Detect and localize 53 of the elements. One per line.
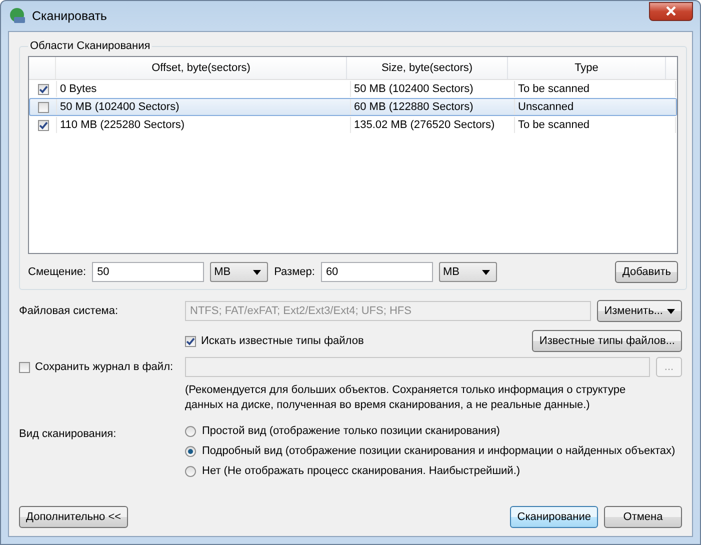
radio-button[interactable] [185, 466, 196, 476]
table-cell: 0 Bytes [57, 81, 351, 97]
size-field[interactable]: 60 [320, 262, 433, 282]
radio-label[interactable]: Простой вид (отображение только позиции сканирования) [202, 425, 500, 437]
table-cell: 60 MB (122880 Sectors) [351, 99, 515, 115]
table-row[interactable]: 110 MB (225280 Sectors) 135.02 MB (276520 Sectors) To be scanned [29, 116, 677, 134]
field-label: Смещение: [28, 266, 86, 278]
checkbox[interactable] [38, 102, 48, 112]
log-note: (Рекомендуется для больших объектов. Сохраняется только информация о структуре данных на диске, полученная во время сканирования, а не реальные данные.) [185, 383, 627, 413]
caret-icon [667, 308, 675, 314]
checkbox-label[interactable]: Искать известные типы файлов [201, 335, 364, 347]
table-row[interactable]: 0 Bytes 50 MB (102400 Sectors) To be scanned [29, 80, 677, 98]
close-button[interactable] [649, 2, 693, 20]
field-label: Вид сканирования: [19, 428, 118, 440]
radio-label[interactable]: Подробный вид (отображение позиции сканирования и информации о найденных объектах) [202, 445, 676, 457]
log-file-field[interactable] [185, 357, 650, 377]
cancel-button[interactable]: Отмена [604, 506, 682, 528]
radio-button[interactable] [185, 426, 196, 436]
group-title: Области Сканирования [29, 40, 152, 52]
table-cell: To be scanned [515, 81, 676, 97]
add-button[interactable]: Добавить [615, 261, 678, 283]
column-header[interactable]: Type [508, 57, 666, 79]
radio-label[interactable]: Нет (Не отображать процесс сканирования. Наибыстрейший.) [202, 465, 520, 477]
checkbox[interactable] [38, 84, 48, 94]
table-cell: 50 MB (102400 Sectors) [57, 99, 351, 115]
unit-dropdown[interactable]: MB [438, 262, 497, 282]
offset-field[interactable]: 50 [92, 262, 204, 282]
field-label: Файловая система: [19, 305, 120, 317]
checkbox[interactable] [19, 362, 30, 372]
column-header[interactable]: Size, byte(sectors) [347, 57, 508, 79]
known-types-button[interactable]: Известные типы файлов... [532, 330, 682, 352]
caret-icon [482, 270, 490, 274]
advanced-button[interactable]: Дополнительно << [19, 506, 128, 528]
table-cell: Unscanned [515, 99, 676, 115]
window-title: Сканировать [32, 9, 107, 23]
table-row[interactable]: 50 MB (102400 Sectors) 60 MB (122880 Sectors) Unscanned [29, 98, 677, 116]
change-button[interactable]: Изменить... [597, 300, 682, 322]
disk-icon [8, 7, 26, 25]
close-icon [666, 6, 676, 16]
caret-icon [253, 270, 262, 274]
checkbox-label[interactable]: Сохранить журнал в файл: [35, 361, 174, 373]
unit-dropdown[interactable]: MB [210, 262, 268, 282]
column-header[interactable]: Offset, byte(sectors) [56, 57, 347, 79]
table-cell: 135.02 MB (276520 Sectors) [351, 117, 515, 133]
table-cell: 50 MB (102400 Sectors) [351, 81, 515, 97]
field-label: Размер: [274, 266, 315, 278]
checkbox[interactable] [38, 120, 48, 130]
table-cell: 110 MB (225280 Sectors) [57, 117, 351, 133]
radio-button[interactable] [185, 446, 196, 456]
table-cell: To be scanned [515, 117, 676, 133]
scan-button[interactable]: Сканирование [510, 506, 598, 528]
file-system-field: NTFS; FAT/exFAT; Ext2/Ext3/Ext4; UFS; HFS [185, 301, 592, 321]
checkbox[interactable] [185, 336, 196, 346]
